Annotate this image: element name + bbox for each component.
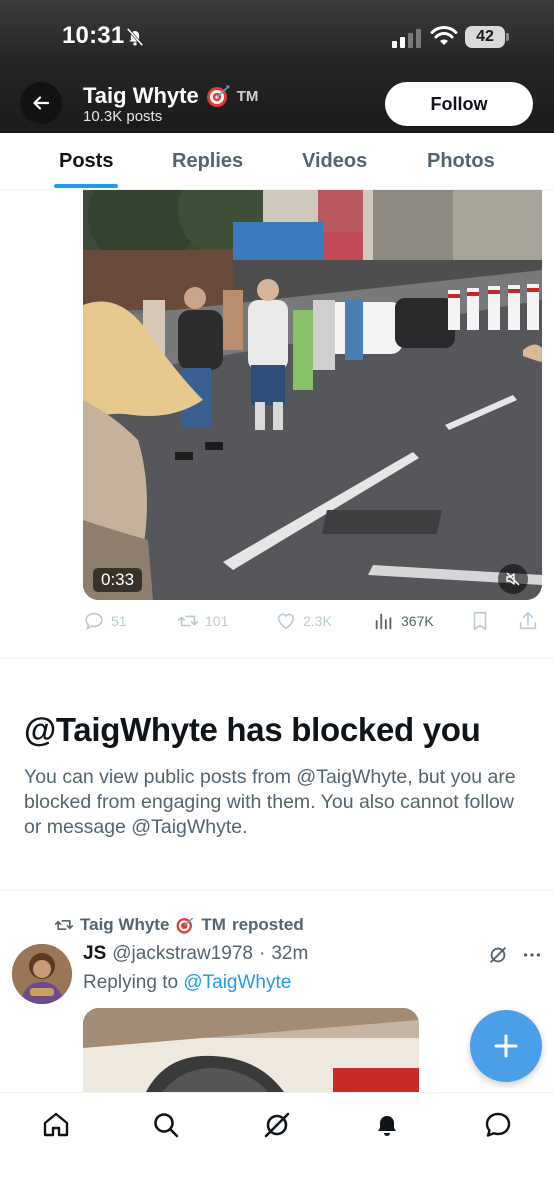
like-count: 2.3K <box>303 613 332 629</box>
tab-photos[interactable]: Photos <box>427 150 495 173</box>
views-stat[interactable]: 367K <box>373 610 434 632</box>
back-button[interactable] <box>20 82 62 124</box>
reposter-name: Taig Whyte <box>80 915 170 934</box>
tweet-actions: 51 101 2.3K 367K <box>83 610 543 636</box>
repost-context[interactable]: Taig Whyte TM reposted <box>54 915 304 935</box>
reply-action[interactable]: 51 <box>83 610 127 632</box>
reposter-tm: TM <box>201 915 226 934</box>
replying-mention[interactable]: @TaigWhyte <box>183 972 291 993</box>
reply-icon <box>85 612 103 631</box>
blocked-title: @TaigWhyte has blocked you <box>24 711 481 748</box>
tweet-media[interactable] <box>83 1008 419 1098</box>
replying-prefix: Replying to <box>83 972 179 993</box>
tweet-header: JS @jackstraw1978 · 32m <box>83 943 308 965</box>
repost-icon <box>178 615 198 627</box>
repost-icon <box>54 920 74 930</box>
views-count: 367K <box>401 613 434 629</box>
compose-button[interactable] <box>470 1010 542 1082</box>
reposted-label: reposted <box>231 915 304 934</box>
like-action[interactable]: 2.3K <box>275 610 332 632</box>
active-tab-indicator <box>54 184 118 188</box>
author-name[interactable]: JS <box>83 943 106 965</box>
status-time: 10:31 <box>62 22 125 49</box>
bookmark-action[interactable] <box>469 610 491 632</box>
mute-icon <box>506 572 520 586</box>
profile-tabs: Posts Replies Videos Photos <box>0 133 554 190</box>
mute-button[interactable] <box>498 564 528 594</box>
blocked-message: You can view public posts from @TaigWhyt… <box>24 766 516 838</box>
profile-header: 10:31 42 Taig Whyte TM 10.3K posts Follo… <box>0 0 554 133</box>
grok-icon[interactable] <box>487 944 509 966</box>
dart-target-icon <box>176 917 194 934</box>
messages-icon[interactable] <box>483 1110 513 1140</box>
avatar-image <box>12 944 72 1004</box>
separator-dot: · <box>259 943 266 964</box>
repost-count: 101 <box>205 613 229 629</box>
notifications-icon[interactable] <box>372 1110 402 1140</box>
share-action[interactable] <box>517 610 539 632</box>
tweet-media-image <box>83 1008 419 1098</box>
share-icon <box>519 611 537 630</box>
bottom-nav <box>0 1092 554 1200</box>
wifi-icon <box>430 26 458 45</box>
tab-posts[interactable]: Posts <box>59 150 113 173</box>
video-frame <box>83 190 542 600</box>
tab-replies[interactable]: Replies <box>172 150 243 173</box>
search-icon[interactable] <box>151 1110 181 1140</box>
battery-indicator: 42 <box>465 26 509 48</box>
like-icon <box>277 613 295 630</box>
bookmark-icon <box>473 611 487 631</box>
home-icon[interactable] <box>41 1110 71 1140</box>
author-handle[interactable]: @jackstraw1978 <box>112 943 253 965</box>
more-icon[interactable] <box>521 944 543 966</box>
trademark-label: TM <box>236 87 259 105</box>
tweet-time: 32m <box>271 943 309 964</box>
replying-to: Replying to @TaigWhyte <box>83 972 291 994</box>
reply-count: 51 <box>111 613 127 629</box>
bell-off-icon <box>126 27 144 47</box>
video-duration: 0:33 <box>93 568 143 592</box>
divider <box>0 890 554 891</box>
views-icon <box>375 613 392 630</box>
profile-name-text: Taig Whyte <box>83 83 199 108</box>
grok-nav-icon[interactable] <box>262 1110 292 1140</box>
divider <box>0 658 554 659</box>
dart-target-icon <box>206 85 230 107</box>
profile-name: Taig Whyte TM <box>83 83 258 109</box>
back-arrow-icon <box>33 96 50 110</box>
avatar[interactable] <box>12 944 72 1004</box>
post-count: 10.3K posts <box>83 108 163 125</box>
video-player[interactable] <box>83 190 542 600</box>
repost-action[interactable]: 101 <box>177 610 228 632</box>
signal-icon <box>392 29 421 48</box>
follow-button[interactable]: Follow <box>385 82 533 126</box>
compose-plus-icon <box>494 1034 518 1058</box>
tab-videos[interactable]: Videos <box>302 150 367 173</box>
